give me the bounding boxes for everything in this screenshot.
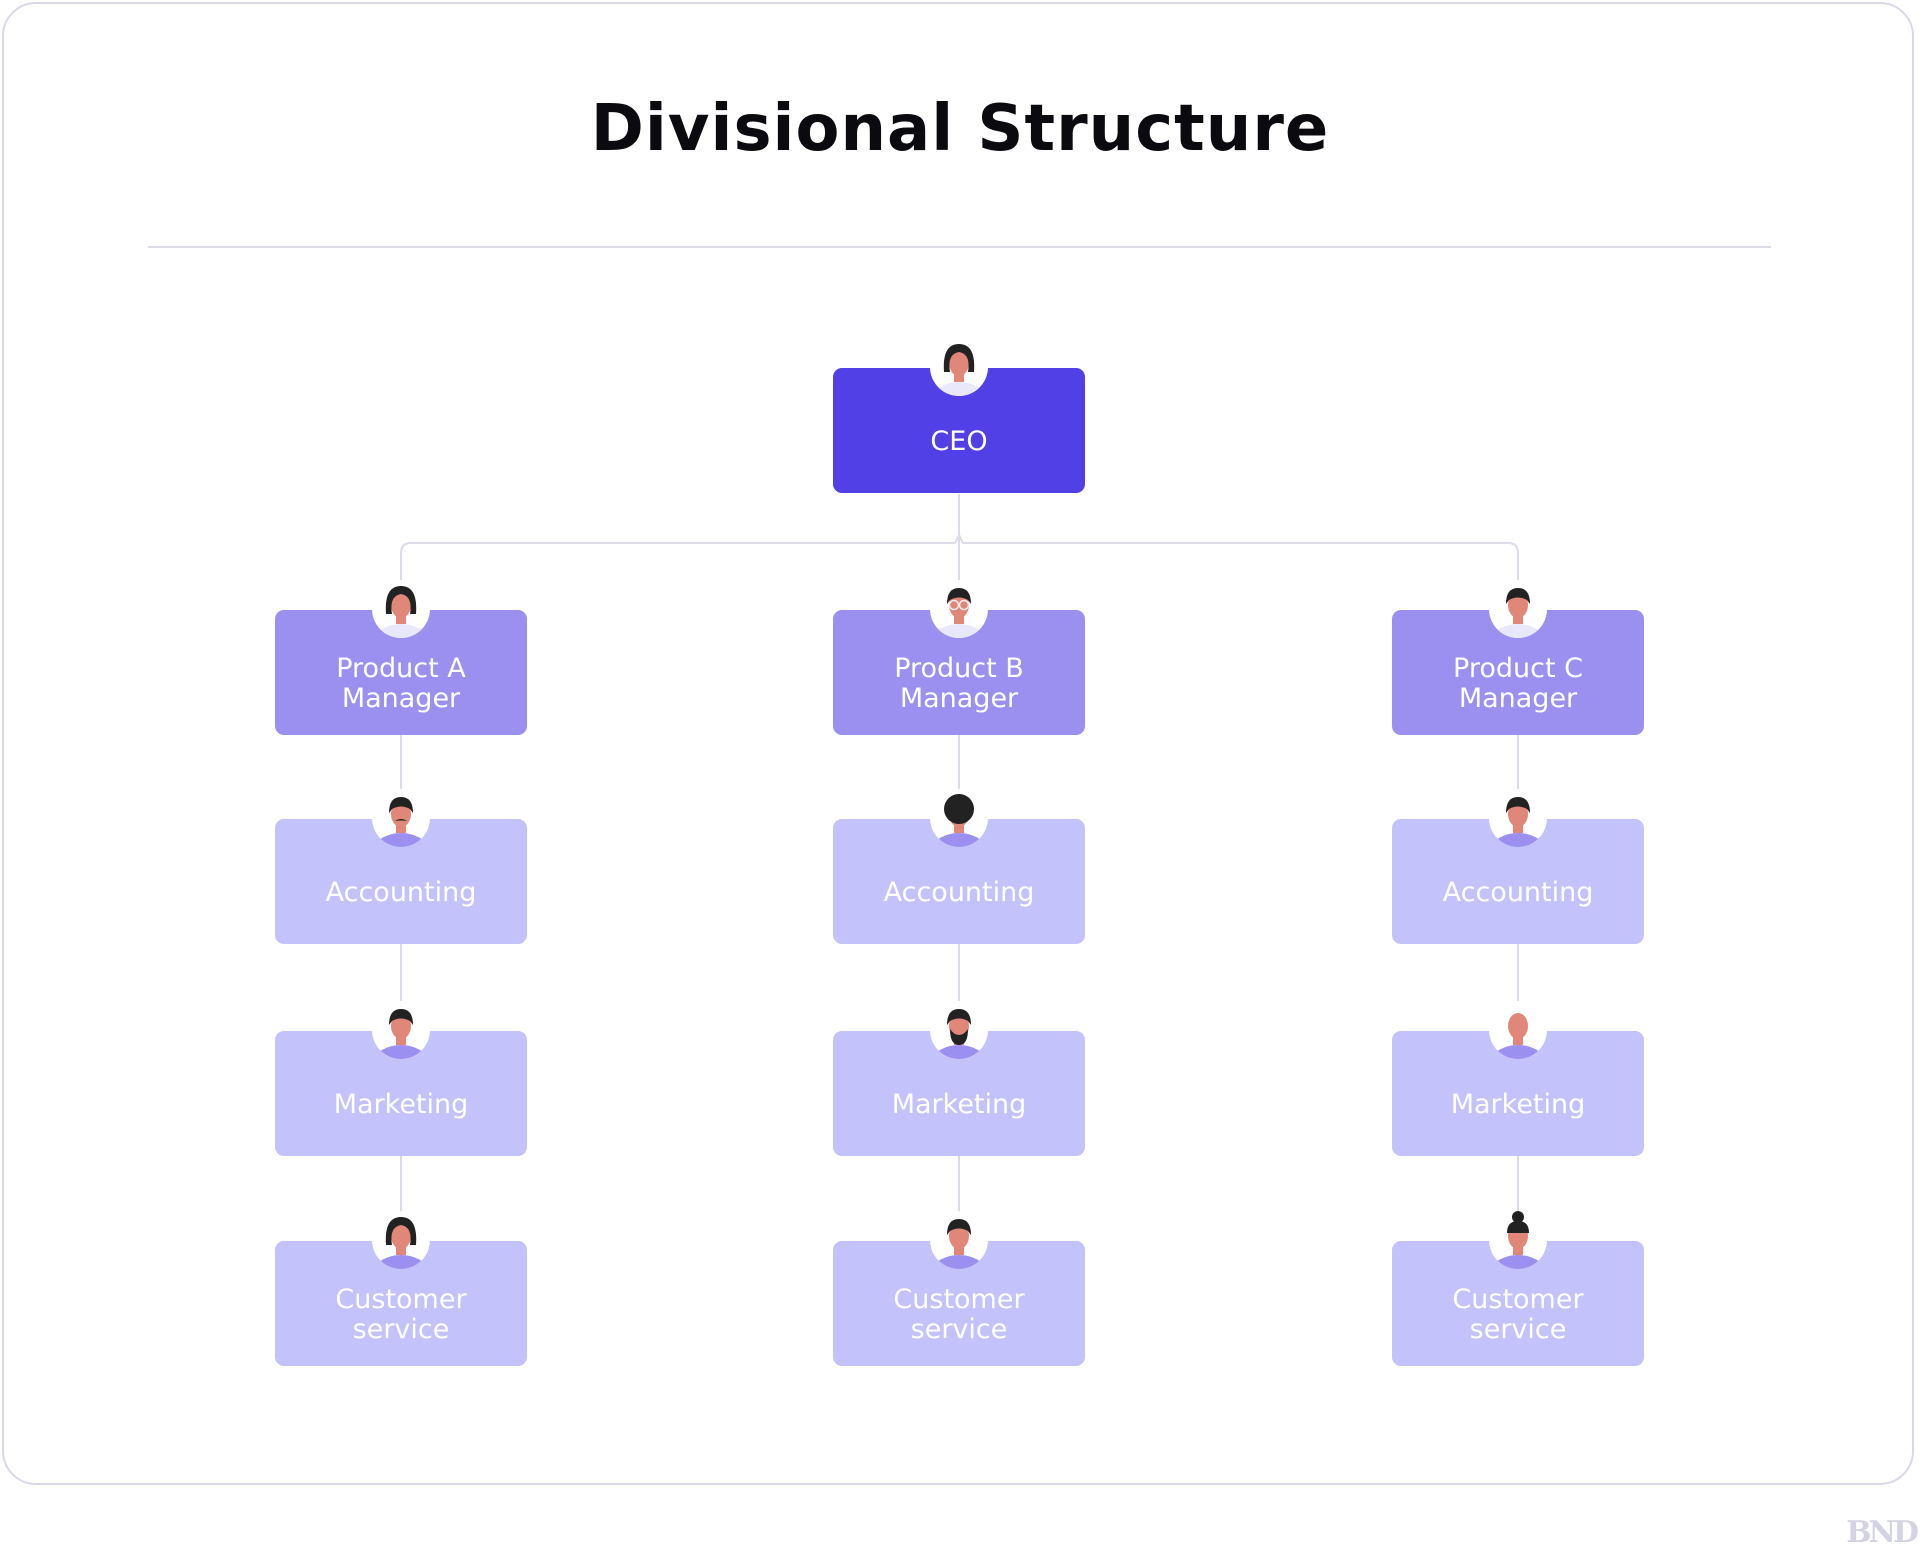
woman-avatar-icon	[930, 338, 988, 396]
man-glasses-avatar-icon	[930, 580, 988, 638]
label-line-1: Product B	[894, 652, 1024, 684]
man-beard-avatar-icon	[930, 1001, 988, 1059]
label-line-1: Accounting	[883, 876, 1035, 908]
woman-avatar-icon	[372, 1211, 430, 1269]
label-line-1: Customer	[893, 1283, 1025, 1315]
department-label: Accounting	[883, 876, 1035, 908]
man-avatar-icon	[930, 1211, 988, 1269]
label-line-1: Marketing	[1450, 1088, 1586, 1120]
man-avatar-icon	[1489, 789, 1547, 847]
afro-avatar-icon	[930, 789, 988, 847]
label-line-1: Product A	[336, 652, 466, 684]
label-line-2: Manager	[1458, 682, 1578, 714]
label-line-1: Customer	[335, 1283, 467, 1315]
department-label: Customer service	[335, 1283, 467, 1345]
label-line-1: Marketing	[891, 1088, 1027, 1120]
department-label: Customer service	[1452, 1283, 1584, 1345]
department-label: Marketing	[1450, 1088, 1586, 1120]
label-line-1: Accounting	[1442, 876, 1594, 908]
manager-label: Product B Manager	[894, 652, 1024, 714]
woman-bun-avatar-icon	[1489, 1211, 1547, 1269]
label-line-1: Accounting	[325, 876, 477, 908]
label-line-1: Customer	[1452, 1283, 1584, 1315]
label-line-2: service	[352, 1313, 450, 1345]
department-label: Customer service	[893, 1283, 1025, 1345]
label-line-2: service	[910, 1313, 1008, 1345]
man-avatar-icon	[372, 1001, 430, 1059]
label-line-2: Manager	[341, 682, 461, 714]
ceo-label: CEO	[930, 425, 988, 457]
department-label: Accounting	[325, 876, 477, 908]
department-label: Marketing	[333, 1088, 469, 1120]
label-line-2: service	[1469, 1313, 1567, 1345]
manager-label: Product C Manager	[1453, 652, 1583, 714]
department-label: Marketing	[891, 1088, 1027, 1120]
manager-label: Product A Manager	[336, 652, 466, 714]
label-line-1: Marketing	[333, 1088, 469, 1120]
watermark-logo: BND	[1846, 1515, 1919, 1550]
bald-man-avatar-icon	[1489, 1001, 1547, 1059]
label-line-1: Product C	[1453, 652, 1583, 684]
woman-curly-hair-avatar-icon	[372, 580, 430, 638]
department-label: Accounting	[1442, 876, 1594, 908]
label-line-2: Manager	[899, 682, 1019, 714]
man-avatar-icon	[1489, 580, 1547, 638]
man-mustache-avatar-icon	[372, 789, 430, 847]
